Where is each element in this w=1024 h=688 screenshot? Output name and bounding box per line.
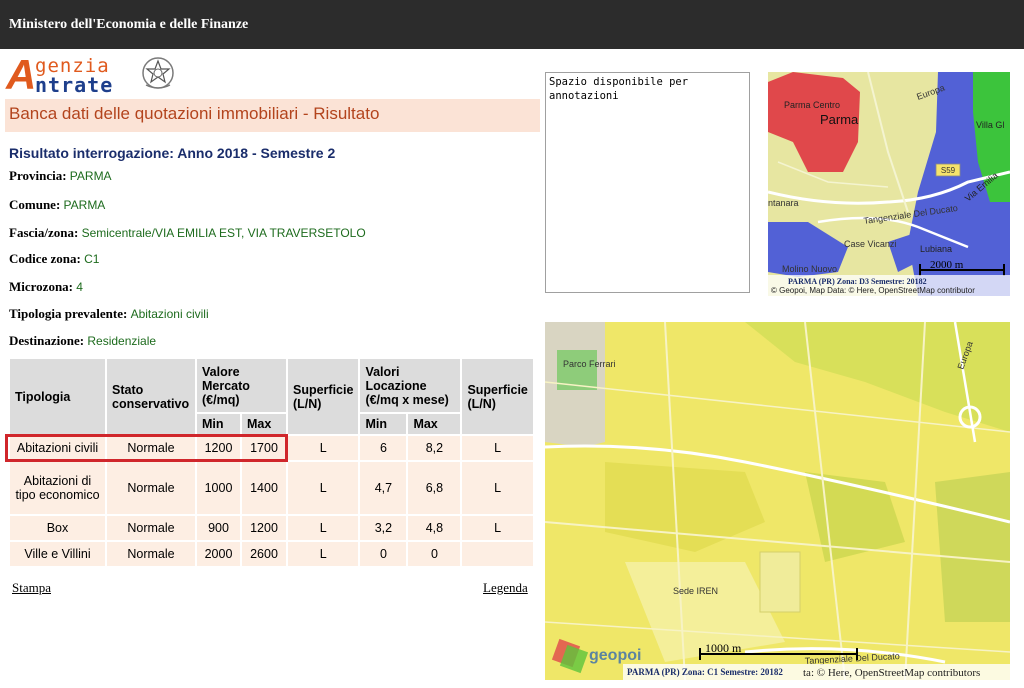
map-scale-label: 2000 m (930, 259, 964, 271)
map-label-villa: Villa Gl (976, 120, 1004, 130)
field-fascia-zona-value: Semicentrale/VIA EMILIA EST, VIA TRAVERS… (81, 226, 366, 240)
map-label-sede-iren: Sede IREN (673, 586, 718, 596)
table-row: Box Normale 900 1200 L 3,2 4,8 L (10, 516, 533, 540)
map-label-ntanara: ntanara (768, 198, 799, 208)
italian-emblem-icon (142, 57, 174, 89)
field-tipologia-prevalente-value: Abitazioni civili (130, 307, 209, 321)
map-caption-large: PARMA (PR) Zona: C1 Semestre: 20182 (627, 667, 783, 677)
field-codice-zona-value: C1 (84, 252, 100, 266)
legenda-link[interactable]: Legenda (483, 580, 528, 596)
field-comune: Comune: PARMA (9, 197, 106, 212)
map-label-parma: Parma (820, 112, 859, 127)
map-label-molino-nuovo: Molino Nuovo (782, 264, 837, 274)
table-row: Abitazioni civili Normale 1200 1700 L 6 … (10, 436, 533, 460)
col-vm-max: Max (242, 414, 286, 434)
agenzia-entrate-logo[interactable]: A genzia ntrate (6, 53, 178, 99)
field-codice-zona: Codice zona: C1 (9, 251, 100, 266)
map-label-parma-centro: Parma Centro (784, 100, 840, 110)
road-shield-label: S59 (941, 166, 956, 175)
col-superficie-2: Superficie (L/N) (462, 359, 533, 434)
col-valore-mercato: Valore Mercato (€/mq) (197, 359, 286, 412)
col-valori-locazione: Valori Locazione (€/mq x mese) (360, 359, 461, 412)
map-label-lubiana: Lubiana (920, 244, 952, 254)
svg-text:geopoi: geopoi (589, 647, 641, 664)
field-tipologia-prevalente: Tipologia prevalente: Abitazioni civili (9, 306, 209, 321)
field-provincia-value: PARMA (69, 169, 112, 183)
field-microzona: Microzona: 4 (9, 279, 83, 294)
col-superficie-1: Superficie (L/N) (288, 359, 359, 434)
map-scale-label-large: 1000 m (705, 641, 742, 655)
field-microzona-value: 4 (76, 280, 83, 294)
col-tipologia: Tipologia (10, 359, 105, 434)
field-fascia-zona: Fascia/zona: Semicentrale/VIA EMILIA EST… (9, 225, 366, 240)
col-vm-min: Min (197, 414, 240, 434)
field-destinazione-value: Residenziale (87, 334, 157, 348)
ministry-header: Ministero dell'Economia e delle Finanze (0, 0, 1024, 49)
col-vl-max: Max (408, 414, 461, 434)
logo-line2: ntrate (35, 73, 114, 97)
map-label-parco-ferrari: Parco Ferrari (563, 359, 616, 369)
quotazioni-table: Tipologia Stato conservativo Valore Merc… (8, 357, 535, 568)
zone-map-small[interactable]: S59 Parma Centro Parma Villa Gl Via Emil… (768, 72, 1010, 296)
result-heading: Risultato interrogazione: Anno 2018 - Se… (9, 145, 336, 161)
col-stato: Stato conservativo (107, 359, 195, 434)
annotations-textarea[interactable]: Spazio disponibile per annotazioni (545, 72, 750, 293)
map-credits: © Geopoi, Map Data: © Here, OpenStreetMa… (771, 286, 975, 295)
table-row: Abitazioni di tipo economico Normale 100… (10, 462, 533, 514)
col-vl-min: Min (360, 414, 407, 434)
map-caption: PARMA (PR) Zona: D3 Semestre: 20182 (788, 277, 927, 286)
field-provincia: Provincia: PARMA (9, 168, 112, 183)
stampa-link[interactable]: Stampa (12, 580, 51, 596)
map-credits-large: ta: © Here, OpenStreetMap contributors (803, 667, 980, 679)
table-row: Ville e Villini Normale 2000 2600 L 0 0 (10, 542, 533, 566)
field-destinazione: Destinazione: Residenziale (9, 333, 157, 348)
map-label-case-vicanzi: Case Vicanzi (844, 239, 896, 249)
zone-map-large[interactable]: Parco Ferrari Sede IREN Tangenziale Del … (545, 322, 1010, 680)
page-title: Banca dati delle quotazioni immobiliari … (5, 99, 540, 132)
field-comune-value: PARMA (63, 198, 106, 212)
